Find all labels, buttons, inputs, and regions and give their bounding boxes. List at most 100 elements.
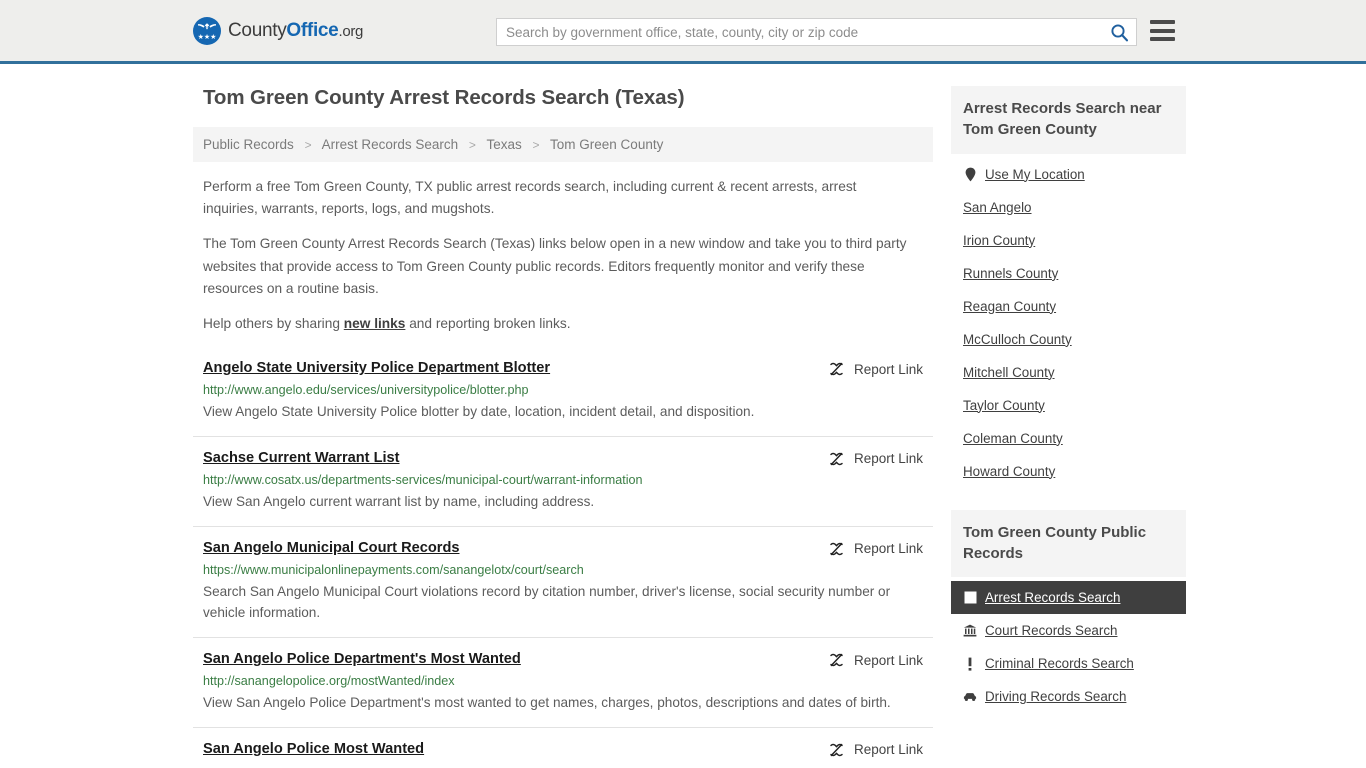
breadcrumb-item-public-records[interactable]: Public Records xyxy=(203,137,294,152)
nearby-searches-list: Use My Location San Angelo Irion County … xyxy=(951,154,1186,488)
page-body: Tom Green County Arrest Records Search (… xyxy=(0,64,1366,768)
result-title-link[interactable]: San Angelo Police Department's Most Want… xyxy=(203,651,521,667)
sidebar-item-label: Taylor County xyxy=(963,397,1045,413)
site-logo[interactable]: ★★★ CountyOffice.org xyxy=(193,16,363,45)
nearby-searches-panel: Arrest Records Search near Tom Green Cou… xyxy=(951,86,1186,488)
sidebar-item-reagan-county[interactable]: Reagan County xyxy=(951,290,1186,323)
report-link-label: Report Link xyxy=(853,451,923,467)
countyoffice-eagle-logo-icon: ★★★ xyxy=(193,16,221,45)
intro-paragraph-1: Perform a free Tom Green County, TX publ… xyxy=(203,179,857,217)
site-header: ★★★ CountyOffice.org xyxy=(0,0,1366,64)
report-link-button[interactable]: Report Link xyxy=(828,451,923,467)
logo-org-text: .org xyxy=(338,22,364,40)
result-item: Angelo State University Police Departmen… xyxy=(193,355,933,436)
report-link-label: Report Link xyxy=(853,742,923,758)
search-input[interactable] xyxy=(497,19,1102,45)
hamburger-bar xyxy=(1150,37,1175,41)
sidebar-item-san-angelo[interactable]: San Angelo xyxy=(951,191,1186,224)
breadcrumb-item-texas[interactable]: Texas xyxy=(486,137,521,152)
sidebar-item-label: Use My Location xyxy=(985,166,1085,182)
report-link-label: Report Link xyxy=(853,361,923,377)
public-records-panel: Tom Green County Public Records Arrest R… xyxy=(951,509,1186,714)
result-title-link[interactable]: Sachse Current Warrant List xyxy=(203,450,400,466)
new-links-link[interactable]: new links xyxy=(344,316,406,331)
intro-paragraph-2: The Tom Green County Arrest Records Sear… xyxy=(203,236,907,296)
breadcrumb-item-tom-green-county[interactable]: Tom Green County xyxy=(550,137,663,152)
sidebar: Arrest Records Search near Tom Green Cou… xyxy=(951,86,1186,768)
result-url: http://www.angelo.edu/services/universit… xyxy=(203,383,529,398)
breadcrumb-separator: > xyxy=(532,138,540,152)
main-content: Tom Green County Arrest Records Search (… xyxy=(193,86,933,768)
report-link-button[interactable]: Report Link xyxy=(828,361,923,377)
report-link-button[interactable]: Report Link xyxy=(828,541,923,557)
map-pin-icon xyxy=(963,167,977,182)
result-item: San Angelo Police Department's Most Want… xyxy=(193,637,933,727)
result-description: View Angelo State University Police blot… xyxy=(203,404,755,420)
car-icon xyxy=(963,692,977,702)
broken-link-icon xyxy=(830,362,843,376)
sidebar-item-arrest-records-search[interactable]: Arrest Records Search xyxy=(951,581,1186,615)
report-link-label: Report Link xyxy=(853,652,923,668)
public-records-list: Arrest Records Search Court Records Sear… xyxy=(951,577,1186,713)
search-icon xyxy=(1110,23,1128,41)
sidebar-item-label: Criminal Records Search xyxy=(985,656,1134,672)
intro-text-after-link: and reporting broken links. xyxy=(405,315,571,331)
exclamation-icon xyxy=(963,657,977,671)
handcuffs-icon xyxy=(963,591,977,604)
sidebar-item-coleman-county[interactable]: Coleman County xyxy=(951,422,1186,455)
sidebar-item-label: Irion County xyxy=(963,232,1036,248)
menu-button[interactable] xyxy=(1150,20,1175,41)
logo-wordmark: CountyOffice.org xyxy=(228,20,363,42)
report-link-button[interactable]: Report Link xyxy=(828,742,923,758)
sidebar-item-label: Coleman County xyxy=(963,430,1063,446)
sidebar-item-label: Arrest Records Search xyxy=(985,590,1121,606)
page-title: Tom Green County Arrest Records Search (… xyxy=(203,86,685,109)
breadcrumb-item-arrest-records-search[interactable]: Arrest Records Search xyxy=(322,137,459,152)
result-title-link[interactable]: Angelo State University Police Departmen… xyxy=(203,360,550,376)
result-item: Sachse Current Warrant List http://www.c… xyxy=(193,435,933,526)
broken-link-icon xyxy=(830,743,843,757)
result-title-link[interactable]: San Angelo Police Most Wanted xyxy=(203,741,424,757)
eagle-icon xyxy=(198,22,216,30)
logo-office-text: Office xyxy=(286,19,339,41)
sidebar-item-criminal-records-search[interactable]: Criminal Records Search xyxy=(951,647,1186,680)
report-link-button[interactable]: Report Link xyxy=(828,652,923,668)
sidebar-item-court-records-search[interactable]: Court Records Search xyxy=(951,614,1186,647)
search-button[interactable] xyxy=(1102,19,1136,45)
sidebar-item-mcculloch-county[interactable]: McCulloch County xyxy=(951,323,1186,356)
public-records-heading: Tom Green County Public Records xyxy=(951,509,1186,578)
sidebar-item-use-my-location[interactable]: Use My Location xyxy=(951,158,1186,191)
hamburger-bar xyxy=(1150,20,1175,24)
sidebar-item-label: McCulloch County xyxy=(963,331,1072,347)
sidebar-item-taylor-county[interactable]: Taylor County xyxy=(951,389,1186,422)
sidebar-item-runnels-county[interactable]: Runnels County xyxy=(951,257,1186,290)
sidebar-item-irion-county[interactable]: Irion County xyxy=(951,224,1186,257)
breadcrumb-separator: > xyxy=(468,138,476,152)
result-url: http://www.cosatx.us/departments-service… xyxy=(203,472,643,487)
result-url: http://sanangelopolice.org/mostWanted/in… xyxy=(203,674,455,689)
result-title-link[interactable]: San Angelo Municipal Court Records xyxy=(203,540,460,556)
sidebar-item-label: Court Records Search xyxy=(985,623,1118,639)
sidebar-item-label: San Angelo xyxy=(963,199,1032,215)
stars-icon: ★★★ xyxy=(197,33,217,41)
sidebar-item-label: Howard County xyxy=(963,463,1056,479)
search-bar[interactable] xyxy=(496,18,1137,46)
result-item: San Angelo Municipal Court Records https… xyxy=(193,525,933,638)
intro-text-before-link: Help others by sharing xyxy=(203,315,344,331)
intro-paragraph-3: Help others by sharing new links and rep… xyxy=(203,313,915,335)
nearby-searches-heading: Arrest Records Search near Tom Green Cou… xyxy=(951,86,1186,154)
logo-county-text: County xyxy=(228,19,287,41)
report-link-label: Report Link xyxy=(853,541,923,557)
sidebar-item-label: Runnels County xyxy=(963,265,1059,281)
sidebar-item-howard-county[interactable]: Howard County xyxy=(951,455,1186,488)
sidebar-item-label: Reagan County xyxy=(963,298,1057,314)
result-description: View San Angelo Police Department's most… xyxy=(203,695,891,711)
result-url: https://www.municipalonlinepayments.com/… xyxy=(203,562,584,577)
result-item: San Angelo Police Most Wanted Report Lin… xyxy=(193,726,933,768)
broken-link-icon xyxy=(830,452,843,466)
sidebar-item-mitchell-county[interactable]: Mitchell County xyxy=(951,356,1186,389)
courthouse-icon xyxy=(963,624,977,637)
sidebar-item-driving-records-search[interactable]: Driving Records Search xyxy=(951,680,1186,713)
result-description: View San Angelo current warrant list by … xyxy=(203,493,595,509)
sidebar-item-label: Driving Records Search xyxy=(985,689,1127,705)
